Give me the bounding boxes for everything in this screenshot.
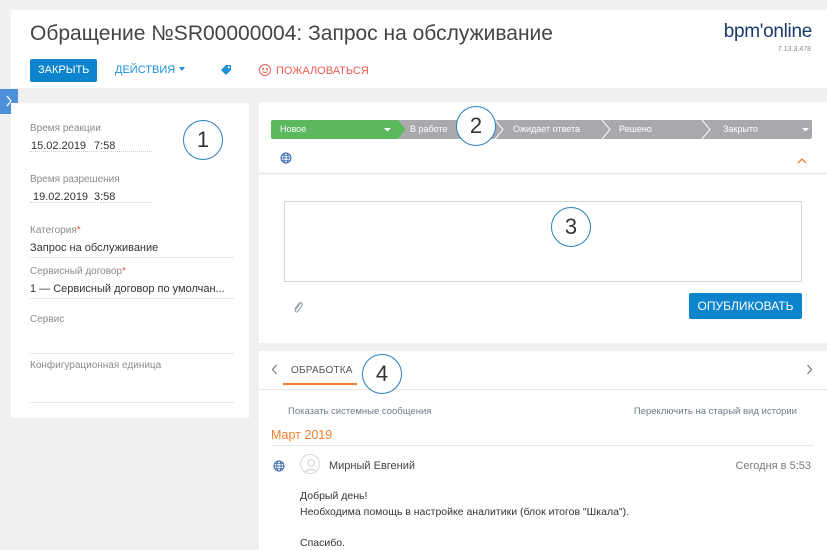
stage-new[interactable]: Новое: [280, 120, 306, 139]
callout-4: 4: [362, 354, 402, 394]
stage-bar: Новое В работе Ожидает ответа Решено Зак…: [271, 120, 812, 139]
divider: [259, 389, 827, 390]
app-version: 7.13.3.478: [777, 46, 811, 53]
stage-resolved[interactable]: Решено: [619, 120, 652, 139]
callout-2: 2: [456, 106, 496, 146]
divider: [100, 151, 152, 152]
required-mark: *: [76, 225, 81, 236]
required-mark: *: [122, 266, 126, 277]
paperclip-icon[interactable]: [292, 300, 304, 314]
stage-closed[interactable]: Закрыто: [723, 120, 758, 139]
divider: [100, 202, 152, 203]
globe-icon: [273, 460, 285, 472]
service-field[interactable]: Сервис: [30, 314, 233, 354]
contract-label: Сервисный договор: [30, 266, 123, 277]
history-panel: ОБРАБОТКА Показать системные сообщения П…: [259, 351, 827, 550]
tab-processing[interactable]: ОБРАБОТКА: [291, 365, 353, 376]
chevron-right-icon[interactable]: [806, 364, 813, 375]
page-header: Обращение №SR00000004: Запрос на обслужи…: [11, 10, 827, 88]
message-timestamp: Сегодня в 5:53: [735, 460, 811, 472]
field-label: Конфигурационная единица: [30, 360, 162, 371]
page-title: Обращение №SR00000004: Запрос на обслужи…: [30, 22, 553, 45]
divider: [30, 202, 98, 203]
category-label: Категория: [30, 225, 77, 236]
complain-button[interactable]: ПОЖАЛОВАТЬСЯ: [259, 64, 369, 77]
message-author[interactable]: Мирный Евгений: [329, 460, 415, 472]
service-contract-field[interactable]: Сервисный договор* 1 — Сервисный договор…: [30, 266, 233, 299]
show-system-messages-link[interactable]: Показать системные сообщения: [288, 406, 431, 417]
message-line: Добрый день!: [300, 490, 368, 502]
bpmonline-logo: bpm'online: [723, 21, 813, 42]
message-textarea[interactable]: [284, 201, 802, 282]
stage-awaiting-response[interactable]: Ожидает ответа: [513, 120, 580, 139]
config-item-value[interactable]: [30, 377, 233, 403]
active-tab-indicator: [283, 383, 357, 385]
callout-1: 1: [183, 120, 223, 160]
actions-label: ДЕЙСТВИЯ: [115, 64, 176, 76]
switch-history-view-link[interactable]: Переключить на старый вид истории: [634, 406, 797, 417]
contract-value[interactable]: 1 — Сервисный договор по умолчан...: [30, 283, 233, 299]
tag-icon[interactable]: [219, 63, 233, 77]
message-editor-panel: ОПУБЛИКОВАТЬ: [259, 175, 827, 343]
message-line: Спасибо.: [300, 537, 345, 549]
resolution-time-field[interactable]: Время разрешения 19.02.2019 3:58: [30, 174, 233, 207]
chevron-left-icon[interactable]: [271, 364, 278, 375]
stage-panel: Новое В работе Ожидает ответа Решено Зак…: [259, 102, 827, 172]
field-label: Время разрешения: [30, 174, 120, 185]
service-value[interactable]: [30, 331, 233, 354]
field-label: Сервисный договор*: [30, 266, 233, 277]
category-field[interactable]: Категория* Запрос на обслуживание: [30, 225, 233, 258]
message-line: Необходима помощь в настройке аналитики …: [300, 506, 630, 518]
stage-in-progress[interactable]: В работе: [410, 120, 448, 139]
month-heading: Март 2019: [271, 428, 333, 442]
globe-icon[interactable]: [280, 152, 292, 164]
field-label: Категория*: [30, 225, 233, 236]
user-icon: [304, 459, 318, 473]
divider: [30, 151, 98, 152]
category-value[interactable]: Запрос на обслуживание: [30, 242, 233, 258]
publish-button[interactable]: ОПУБЛИКОВАТЬ: [689, 293, 802, 319]
close-button[interactable]: ЗАКРЫТЬ: [30, 59, 98, 82]
divider: [271, 445, 814, 446]
callout-3: 3: [551, 207, 591, 247]
chevron-up-icon[interactable]: [797, 157, 807, 164]
sad-face-icon: [259, 64, 271, 76]
avatar[interactable]: [300, 454, 320, 474]
actions-dropdown[interactable]: ДЕЙСТВИЯ: [115, 64, 186, 76]
field-label: Сервис: [30, 314, 65, 325]
config-item-field[interactable]: Конфигурационная единица: [30, 360, 233, 403]
caret-down-icon: [179, 67, 186, 71]
complain-label: ПОЖАЛОВАТЬСЯ: [276, 65, 369, 77]
